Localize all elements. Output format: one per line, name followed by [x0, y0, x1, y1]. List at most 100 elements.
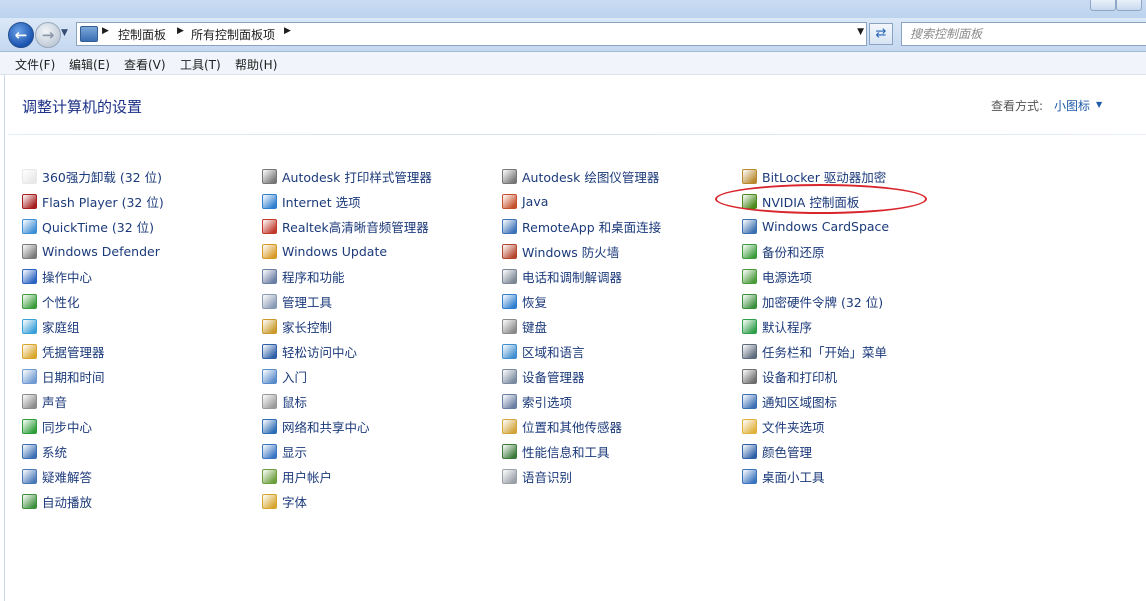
default-programs-icon: [742, 319, 757, 334]
forward-arrow-icon: →: [41, 26, 55, 44]
control-panel-item[interactable]: 自动播放: [22, 489, 164, 514]
control-panel-item-label: 日期和时间: [42, 370, 105, 385]
control-panel-item-label: 备份和还原: [762, 245, 825, 260]
control-panel-item[interactable]: 360强力卸载 (32 位): [22, 164, 164, 189]
control-panel-item[interactable]: Windows Update: [262, 239, 432, 264]
control-panel-item-label: 显示: [282, 445, 308, 460]
java-icon: [502, 194, 517, 209]
sensor-icon: [502, 419, 517, 434]
back-arrow-icon: ←: [14, 26, 28, 44]
bitlocker-icon: [742, 169, 757, 184]
control-panel-item[interactable]: 区域和语言: [502, 339, 661, 364]
control-panel-item[interactable]: 用户帐户: [262, 464, 432, 489]
control-panel-item[interactable]: QuickTime (32 位): [22, 214, 164, 239]
control-panel-item[interactable]: 轻松访问中心: [262, 339, 432, 364]
control-panel-item[interactable]: Windows CardSpace: [742, 214, 889, 239]
control-panel-item[interactable]: 家长控制: [262, 314, 432, 339]
firewall-icon: [502, 244, 517, 259]
recent-pages-dropdown[interactable]: ▼: [61, 28, 68, 38]
menu-edit[interactable]: 编辑(E): [69, 56, 110, 73]
menu-tools[interactable]: 工具(T): [180, 56, 221, 73]
control-panel-item[interactable]: RemoteApp 和桌面连接: [502, 214, 661, 239]
control-panel-item[interactable]: 日期和时间: [22, 364, 164, 389]
back-button[interactable]: ←: [8, 22, 34, 48]
control-panel-item[interactable]: 家庭组: [22, 314, 164, 339]
control-panel-item[interactable]: 文件夹选项: [742, 414, 889, 439]
control-panel-item[interactable]: 恢复: [502, 289, 661, 314]
control-panel-item[interactable]: 系统: [22, 439, 164, 464]
flag-icon: [22, 269, 37, 284]
control-panel-item[interactable]: Windows 防火墙: [502, 239, 661, 264]
microphone-icon: [502, 469, 517, 484]
breadcrumb-arrow-icon[interactable]: ▶: [102, 26, 109, 36]
control-panel-item[interactable]: 管理工具: [262, 289, 432, 314]
address-dropdown-icon[interactable]: ▼: [857, 27, 864, 37]
control-panel-item[interactable]: Internet 选项: [262, 189, 432, 214]
control-panel-item[interactable]: Windows Defender: [22, 239, 164, 264]
control-panel-item[interactable]: 性能信息和工具: [502, 439, 661, 464]
control-panel-icon: [80, 26, 98, 42]
breadcrumb-arrow-icon[interactable]: ▶: [284, 26, 291, 36]
control-panel-item[interactable]: 操作中心: [22, 264, 164, 289]
control-panel-item[interactable]: Autodesk 打印样式管理器: [262, 164, 432, 189]
search-input[interactable]: [910, 27, 1110, 41]
control-panel-item[interactable]: 鼠标: [262, 389, 432, 414]
breadcrumb-all-items[interactable]: 所有控制面板项: [191, 26, 275, 43]
control-panel-item[interactable]: 语音识别: [502, 464, 661, 489]
control-panel-item-label: Realtek高清晰音频管理器: [282, 220, 429, 235]
control-panel-item-label: 管理工具: [282, 295, 333, 310]
control-panel-item[interactable]: 位置和其他传感器: [502, 414, 661, 439]
control-panel-item[interactable]: 通知区域图标: [742, 389, 889, 414]
view-dropdown-arrow-icon[interactable]: ▼: [1096, 100, 1102, 109]
control-panel-item[interactable]: 任务栏和「开始」菜单: [742, 339, 889, 364]
control-panel-item[interactable]: Java: [502, 189, 661, 214]
control-panel-item-label: 区域和语言: [522, 345, 585, 360]
control-panel-item[interactable]: 同步中心: [22, 414, 164, 439]
menu-view[interactable]: 查看(V): [124, 56, 166, 73]
control-panel-item[interactable]: 凭据管理器: [22, 339, 164, 364]
menu-file[interactable]: 文件(F): [15, 56, 55, 73]
control-panel-item[interactable]: 颜色管理: [742, 439, 889, 464]
control-panel-item[interactable]: 设备和打印机: [742, 364, 889, 389]
minimize-button[interactable]: [1090, 0, 1116, 11]
view-by-dropdown[interactable]: 小图标: [1054, 97, 1090, 114]
forward-button[interactable]: →: [35, 22, 61, 48]
control-panel-item[interactable]: 网络和共享中心: [262, 414, 432, 439]
control-panel-item[interactable]: 索引选项: [502, 389, 661, 414]
control-panel-item[interactable]: 显示: [262, 439, 432, 464]
control-panel-item[interactable]: 个性化: [22, 289, 164, 314]
items-column-3: Autodesk 绘图仪管理器 Java RemoteApp 和桌面连接 Window…: [502, 164, 661, 489]
control-panel-item[interactable]: 声音: [22, 389, 164, 414]
token-icon: [742, 294, 757, 309]
control-panel-item-label: 系统: [42, 445, 68, 460]
control-panel-item[interactable]: Autodesk 绘图仪管理器: [502, 164, 661, 189]
control-panel-item[interactable]: 加密硬件令牌 (32 位): [742, 289, 889, 314]
menu-help[interactable]: 帮助(H): [235, 56, 277, 73]
indexing-icon: [502, 394, 517, 409]
control-panel-item[interactable]: 备份和还原: [742, 239, 889, 264]
maximize-button[interactable]: [1116, 0, 1142, 11]
control-panel-item-label: 轻松访问中心: [282, 345, 358, 360]
breadcrumb-arrow-icon[interactable]: ▶: [177, 26, 184, 36]
control-panel-item[interactable]: 默认程序: [742, 314, 889, 339]
audio-manager-icon: [262, 219, 277, 234]
speaker-icon: [22, 394, 37, 409]
control-panel-item[interactable]: 桌面小工具: [742, 464, 889, 489]
power-icon: [742, 269, 757, 284]
control-panel-item-label: 加密硬件令牌 (32 位): [762, 295, 884, 310]
breadcrumb-control-panel[interactable]: 控制面板: [118, 26, 166, 43]
control-panel-item-label: 家庭组: [42, 320, 80, 335]
control-panel-item[interactable]: 疑难解答: [22, 464, 164, 489]
control-panel-item[interactable]: 入门: [262, 364, 432, 389]
control-panel-item[interactable]: 键盘: [502, 314, 661, 339]
control-panel-item[interactable]: Realtek高清晰音频管理器: [262, 214, 432, 239]
control-panel-item-label: QuickTime (32 位): [42, 220, 155, 235]
control-panel-item[interactable]: 程序和功能: [262, 264, 432, 289]
control-panel-item[interactable]: Flash Player (32 位): [22, 189, 164, 214]
address-bar[interactable]: ▶ 控制面板 ▶ 所有控制面板项 ▶ ▼: [76, 22, 867, 46]
control-panel-item[interactable]: 设备管理器: [502, 364, 661, 389]
refresh-button[interactable]: ⇄: [869, 23, 893, 45]
control-panel-item[interactable]: 电源选项: [742, 264, 889, 289]
control-panel-item[interactable]: 字体: [262, 489, 432, 514]
control-panel-item[interactable]: 电话和调制解调器: [502, 264, 661, 289]
